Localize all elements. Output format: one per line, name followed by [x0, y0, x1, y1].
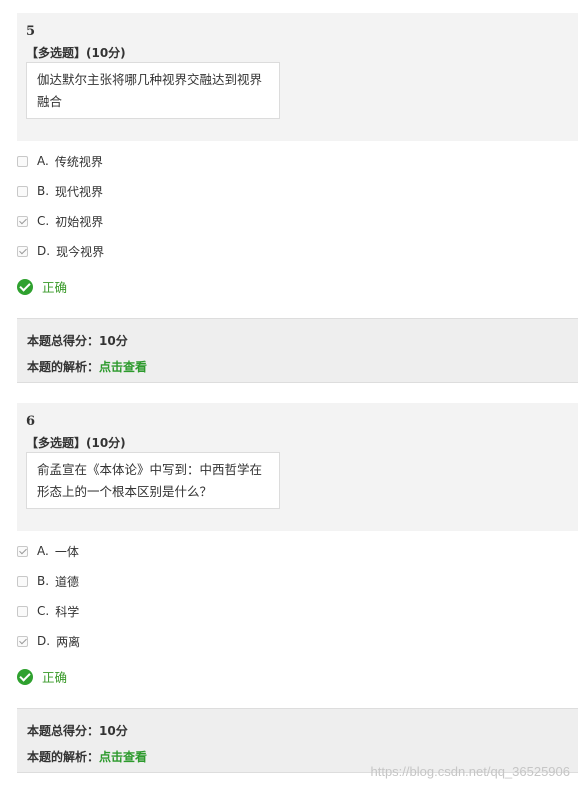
score-panel: 本题总得分：10分 本题的解析：点击查看 [17, 318, 578, 383]
option-label: 一体 [54, 544, 79, 559]
option-letter: A. [37, 544, 49, 558]
analysis-label: 本题的解析： [27, 360, 100, 374]
checkbox[interactable] [17, 155, 28, 167]
total-score: 本题总得分：10分 [27, 722, 128, 739]
checkbox-checked[interactable] [17, 545, 28, 557]
option-b[interactable]: B. 道德 [17, 573, 79, 589]
option-letter: B. [37, 574, 50, 588]
question-header: 5 【多选题】(10分) 伽达默尔主张将哪几种视界交融达到视界融合 [17, 13, 578, 141]
question-header: 6 【多选题】(10分) 俞孟宣在《本体论》中写到：中西哲学在形态上的一个根本区… [17, 403, 578, 531]
view-analysis-link[interactable]: 点击查看 [99, 750, 147, 764]
question-number: 6 [26, 414, 36, 429]
option-letter: D. [37, 634, 51, 648]
result-correct: 正确 [17, 667, 67, 686]
score-value: 10分 [99, 334, 128, 348]
checkbox[interactable] [17, 575, 28, 587]
analysis: 本题的解析：点击查看 [27, 748, 147, 765]
option-letter: C. [37, 214, 50, 228]
question-type: 【多选题】(10分) [26, 436, 126, 450]
total-score: 本题总得分：10分 [27, 332, 128, 349]
option-letter: B. [37, 184, 50, 198]
option-c[interactable]: C. 科学 [17, 603, 79, 619]
checkbox[interactable] [17, 605, 28, 617]
question-text: 伽达默尔主张将哪几种视界交融达到视界融合 [26, 62, 280, 119]
option-label: 两离 [56, 634, 81, 649]
check-circle-icon [17, 278, 33, 295]
option-label: 现今视界 [56, 244, 105, 259]
option-label: 传统视界 [54, 154, 103, 169]
score-value: 10分 [99, 724, 128, 738]
option-letter: D. [37, 244, 51, 258]
option-b[interactable]: B. 现代视界 [17, 183, 103, 199]
question-type: 【多选题】(10分) [26, 46, 126, 60]
option-letter: C. [37, 604, 50, 618]
checkbox-checked[interactable] [17, 215, 28, 227]
result-text: 正确 [42, 670, 68, 685]
analysis-label: 本题的解析： [27, 750, 100, 764]
view-analysis-link[interactable]: 点击查看 [99, 360, 147, 374]
option-a[interactable]: A. 一体 [17, 543, 79, 559]
option-label: 道德 [55, 574, 80, 589]
checkbox-checked[interactable] [17, 245, 28, 257]
option-label: 现代视界 [55, 184, 104, 199]
option-c[interactable]: C. 初始视界 [17, 213, 103, 229]
option-d[interactable]: D. 两离 [17, 633, 80, 649]
result-text: 正确 [42, 280, 68, 295]
checkbox[interactable] [17, 185, 28, 197]
option-a[interactable]: A. 传统视界 [17, 153, 103, 169]
option-letter: A. [37, 154, 49, 168]
analysis: 本题的解析：点击查看 [27, 358, 147, 375]
score-label: 本题总得分： [27, 334, 100, 348]
question-number: 5 [26, 24, 36, 39]
check-circle-icon [17, 668, 33, 685]
result-correct: 正确 [17, 277, 67, 296]
score-label: 本题总得分： [27, 724, 100, 738]
question-text: 俞孟宣在《本体论》中写到：中西哲学在形态上的一个根本区别是什么？ [26, 452, 280, 509]
option-d[interactable]: D. 现今视界 [17, 243, 104, 259]
checkbox-checked[interactable] [17, 635, 28, 647]
watermark: https://blog.csdn.net/qq_36525906 [370, 764, 571, 779]
option-label: 初始视界 [55, 214, 104, 229]
option-label: 科学 [55, 604, 80, 619]
